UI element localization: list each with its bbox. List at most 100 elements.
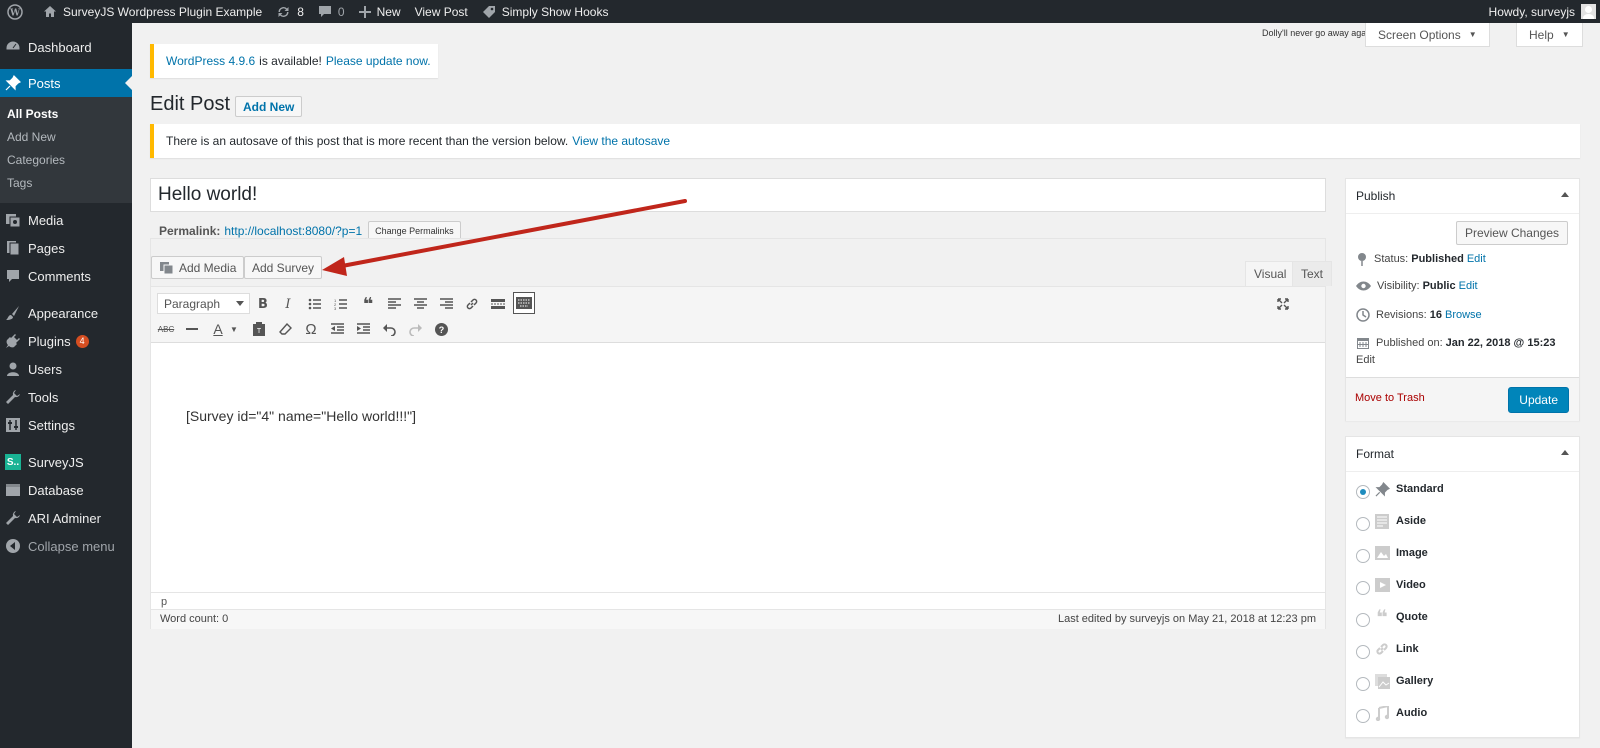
format-option-audio[interactable]: Audio (1356, 703, 1427, 723)
updates-icon (278, 6, 289, 17)
submenu-add-new[interactable]: Add New (7, 130, 56, 144)
outdent-icon[interactable] (326, 318, 348, 340)
comments-link[interactable]: 0 (311, 0, 352, 23)
link-icon[interactable] (461, 293, 483, 315)
italic-icon[interactable]: I (277, 293, 299, 315)
menu-appearance[interactable]: Appearance (0, 299, 132, 327)
posts-submenu: All Posts Add New Categories Tags (0, 97, 132, 203)
bulleted-list-icon[interactable] (304, 293, 326, 315)
tab-visual[interactable]: Visual (1245, 261, 1296, 286)
collapse-toggle-icon[interactable] (1561, 192, 1569, 197)
menu-pages[interactable]: Pages (0, 234, 132, 262)
editor-content[interactable]: [Survey id="4" name="Hello world!!!"] (151, 344, 1325, 592)
format-option-standard[interactable]: Standard (1356, 479, 1444, 499)
radio-audio[interactable] (1356, 709, 1370, 723)
indent-icon[interactable] (352, 318, 374, 340)
undo-icon[interactable] (378, 318, 400, 340)
menu-media[interactable]: Media (0, 206, 132, 234)
fullscreen-icon[interactable] (1272, 293, 1294, 315)
updates-link[interactable]: 8 (269, 0, 311, 23)
radio-video[interactable] (1356, 581, 1370, 595)
numbered-list-icon[interactable]: 123 (330, 293, 352, 315)
screen-options-button[interactable]: Screen Options ▼ (1365, 23, 1490, 47)
menu-dashboard[interactable]: Dashboard (0, 33, 132, 61)
preview-changes-button[interactable]: Preview Changes (1455, 221, 1568, 245)
menu-database[interactable]: Database (0, 476, 132, 504)
submenu-all-posts[interactable]: All Posts (7, 107, 58, 121)
tab-text[interactable]: Text (1292, 261, 1333, 286)
format-option-quote[interactable]: ❝ Quote (1356, 606, 1428, 629)
menu-posts[interactable]: Posts (0, 69, 132, 97)
radio-standard[interactable] (1356, 485, 1370, 499)
update-button[interactable]: Update (1508, 387, 1569, 413)
add-new-button[interactable]: Add New (235, 96, 303, 117)
edit-visibility-link[interactable]: Edit (1459, 280, 1478, 292)
radio-image[interactable] (1356, 549, 1370, 563)
radio-quote[interactable] (1356, 613, 1370, 627)
format-option-image[interactable]: Image (1356, 543, 1428, 563)
menu-tools[interactable]: Tools (0, 383, 132, 411)
menu-comments[interactable]: Comments (0, 262, 132, 290)
paste-as-text-icon[interactable]: T (248, 318, 270, 340)
toolbar-toggle-icon[interactable] (513, 292, 535, 314)
format-option-video[interactable]: Video (1356, 575, 1426, 595)
move-to-trash-link[interactable]: Move to Trash (1355, 392, 1425, 404)
admin-bar: W SurveyJS Wordpress Plugin Example 8 0 … (0, 0, 1600, 23)
browse-revisions-link[interactable]: Browse (1445, 309, 1482, 321)
help-button[interactable]: Help ▼ (1516, 23, 1583, 47)
menu-collapse[interactable]: Collapse menu (0, 532, 132, 560)
menu-surveyjs[interactable]: S.. SurveyJS (0, 448, 132, 476)
menu-users[interactable]: Users (0, 355, 132, 383)
format-option-link[interactable]: Link (1356, 639, 1419, 659)
update-now-link[interactable]: Please update now. (326, 54, 431, 68)
read-more-icon[interactable] (487, 293, 509, 315)
radio-gallery[interactable] (1356, 677, 1370, 691)
edit-status-link[interactable]: Edit (1467, 253, 1486, 265)
post-title-input[interactable]: Hello world! (150, 178, 1326, 212)
strikethrough-icon[interactable]: ABC (155, 318, 177, 340)
publish-box-title: Publish (1356, 189, 1396, 203)
edit-date-link[interactable]: Edit (1356, 354, 1375, 366)
element-path[interactable]: p (161, 596, 167, 608)
wordpress-logo-icon[interactable]: W (0, 0, 36, 23)
radio-aside[interactable] (1356, 517, 1370, 531)
permalink-url[interactable]: http://localhost:8080/?p=1 (224, 224, 362, 238)
add-media-button[interactable]: Add Media (151, 256, 245, 279)
site-name-link[interactable]: SurveyJS Wordpress Plugin Example (36, 0, 269, 23)
editor-status-bar: p Word count: 0 Last edited by surveyjs … (151, 592, 1325, 629)
add-survey-button[interactable]: Add Survey (244, 256, 323, 279)
special-character-icon[interactable]: Ω (300, 318, 322, 340)
quote-icon: ❝ (1376, 606, 1388, 629)
view-post-link[interactable]: View Post (408, 0, 475, 23)
submenu-categories[interactable]: Categories (7, 153, 65, 167)
eye-icon (1356, 281, 1371, 291)
bold-icon[interactable]: B (252, 293, 274, 315)
simply-show-hooks-link[interactable]: Simply Show Hooks (475, 0, 616, 23)
update-version-link[interactable]: WordPress 4.9.6 (166, 54, 255, 68)
redo-icon[interactable] (404, 318, 426, 340)
align-center-icon[interactable] (409, 293, 431, 315)
plus-icon (358, 5, 371, 18)
survey-shortcode[interactable]: [Survey id="4" name="Hello world!!!"] (186, 408, 416, 424)
format-box-header[interactable]: Format (1346, 437, 1579, 472)
align-left-icon[interactable] (383, 293, 405, 315)
format-option-gallery[interactable]: Gallery (1356, 671, 1433, 691)
horizontal-line-icon[interactable] (181, 318, 203, 340)
align-right-icon[interactable] (435, 293, 457, 315)
text-color-caret-icon[interactable]: ▼ (223, 318, 245, 340)
radio-link[interactable] (1356, 645, 1370, 659)
menu-plugins[interactable]: Plugins 4 (0, 327, 132, 355)
keyboard-shortcuts-icon[interactable]: ? (430, 318, 452, 340)
new-content-link[interactable]: New (352, 0, 408, 23)
format-select[interactable]: Paragraph (157, 293, 250, 314)
clear-formatting-icon[interactable] (274, 318, 296, 340)
view-autosave-link[interactable]: View the autosave (572, 134, 670, 148)
collapse-toggle-icon[interactable] (1561, 450, 1569, 455)
submenu-tags[interactable]: Tags (7, 176, 32, 190)
format-option-aside[interactable]: Aside (1356, 511, 1426, 531)
my-account[interactable]: Howdy, surveyjs (1489, 0, 1596, 23)
menu-settings[interactable]: Settings (0, 411, 132, 439)
blockquote-icon[interactable]: ❝ (357, 293, 379, 315)
menu-ari-adminer[interactable]: ARI Adminer (0, 504, 132, 532)
publish-box-header[interactable]: Publish (1346, 179, 1579, 214)
